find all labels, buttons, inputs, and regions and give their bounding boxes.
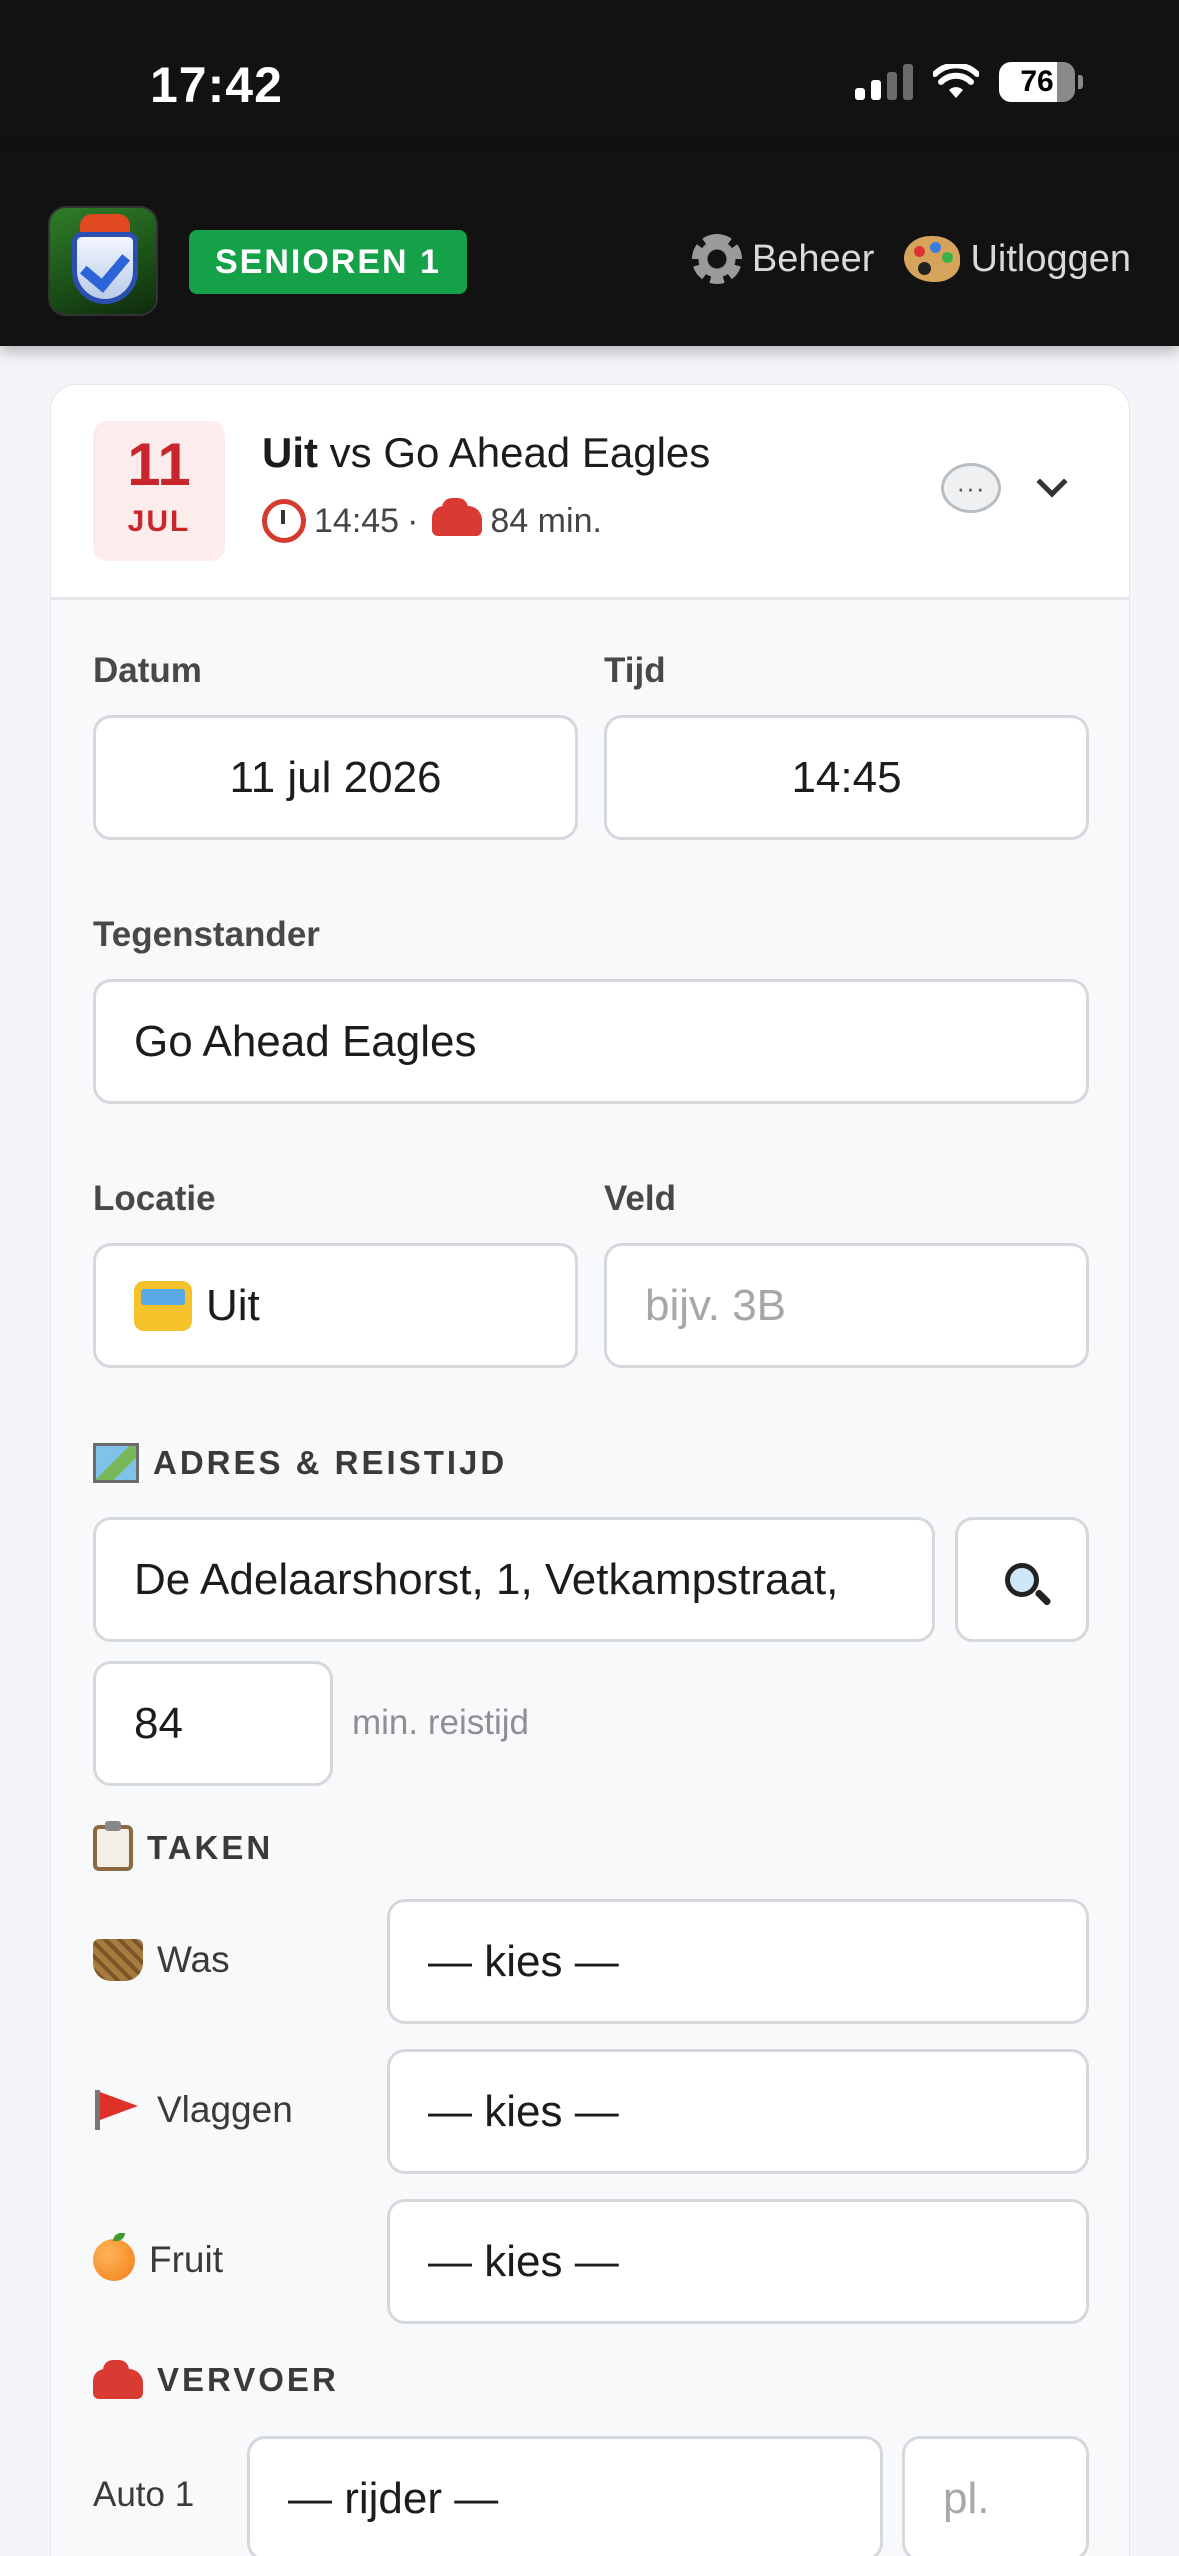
taken-section-title: TAKEN bbox=[93, 1821, 274, 1871]
orange-icon bbox=[93, 2233, 135, 2281]
logout-link[interactable]: Uitloggen bbox=[904, 236, 1131, 282]
clipboard-icon bbox=[93, 1821, 133, 1871]
beheer-label: Beheer bbox=[751, 237, 875, 280]
match-location-type: Uit bbox=[262, 429, 318, 476]
task-label-fruit: Fruit bbox=[93, 2233, 223, 2281]
auto-1-label: Auto 1 bbox=[93, 2475, 194, 2515]
task-was-value: — kies — bbox=[428, 1936, 619, 1986]
task-label-vlaggen: Vlaggen bbox=[93, 2089, 293, 2131]
basket-icon bbox=[93, 1939, 143, 1981]
match-card-header[interactable]: 11 JUL Uit vs Go Ahead Eagles 14:45 · 84… bbox=[51, 385, 1129, 600]
adres-title-text: ADRES & REISTIJD bbox=[153, 1444, 508, 1481]
address-input[interactable]: De Adelaarshorst, 1, Vetkampstraat, bbox=[93, 1517, 935, 1642]
travel-minutes-input[interactable]: 84 bbox=[93, 1661, 333, 1786]
date-day: 11 bbox=[127, 431, 191, 498]
veld-label: Veld bbox=[604, 1179, 676, 1218]
date-month: JUL bbox=[127, 505, 191, 538]
wifi-icon bbox=[933, 64, 979, 98]
tijd-label: Tijd bbox=[604, 651, 666, 690]
vervoer-section-title: VERVOER bbox=[93, 2360, 339, 2399]
task-was-text: Was bbox=[157, 1939, 230, 1980]
car-icon bbox=[93, 2360, 143, 2399]
match-time: 14:45 bbox=[314, 501, 400, 540]
app-header: SENIOREN 1 Beheer Uitloggen bbox=[0, 150, 1179, 346]
locatie-select[interactable]: Uit bbox=[93, 1243, 578, 1368]
logout-label: Uitloggen bbox=[970, 237, 1131, 280]
task-fruit-value: — kies — bbox=[428, 2236, 619, 2286]
alarm-clock-icon bbox=[262, 499, 306, 543]
locatie-label: Locatie bbox=[93, 1179, 216, 1218]
beheer-link[interactable]: Beheer bbox=[691, 234, 875, 284]
battery-level: 76 bbox=[999, 62, 1075, 102]
meta-separator: · bbox=[407, 501, 419, 540]
adres-section-title: ADRES & REISTIJD bbox=[93, 1443, 507, 1483]
veld-placeholder: bijv. 3B bbox=[645, 1280, 787, 1330]
task-label-was: Was bbox=[93, 1939, 230, 1981]
status-bar: 17:42 76 bbox=[0, 0, 1179, 150]
travel-minutes-value: 84 bbox=[134, 1698, 183, 1748]
driver-select[interactable]: — rijder — bbox=[247, 2436, 883, 2556]
chevron-down-icon[interactable] bbox=[1036, 466, 1068, 498]
task-vlaggen-value: — kies — bbox=[428, 2086, 619, 2136]
seats-input[interactable]: pl. bbox=[902, 2436, 1089, 2556]
bus-icon bbox=[134, 1280, 192, 1331]
team-badge[interactable]: SENIOREN 1 bbox=[189, 230, 467, 294]
flag-icon bbox=[93, 2090, 143, 2130]
address-search-button[interactable] bbox=[955, 1517, 1089, 1642]
car-icon bbox=[432, 498, 483, 536]
task-vlaggen-select[interactable]: — kies — bbox=[387, 2049, 1089, 2174]
taken-title-text: TAKEN bbox=[147, 1829, 274, 1866]
address-value: De Adelaarshorst, 1, Vetkampstraat, bbox=[134, 1554, 839, 1604]
seats-placeholder: pl. bbox=[943, 2473, 990, 2523]
map-icon bbox=[93, 1443, 139, 1483]
match-opponent: vs Go Ahead Eagles bbox=[318, 429, 711, 476]
tegenstander-field[interactable]: Go Ahead Eagles bbox=[93, 979, 1089, 1104]
locatie-value: Uit bbox=[206, 1280, 260, 1330]
signal-icon bbox=[855, 64, 913, 100]
datum-value: 11 jul 2026 bbox=[229, 752, 442, 802]
date-tile: 11 JUL bbox=[93, 421, 225, 561]
datum-label: Datum bbox=[93, 651, 202, 690]
status-time: 17:42 bbox=[150, 57, 283, 113]
match-meta: 14:45 · 84 min. bbox=[262, 498, 602, 543]
auto-1-text: Auto 1 bbox=[93, 2475, 195, 2514]
veld-input[interactable]: bijv. 3B bbox=[604, 1243, 1089, 1368]
driver-value: — rijder — bbox=[288, 2473, 499, 2523]
match-card: 11 JUL Uit vs Go Ahead Eagles 14:45 · 84… bbox=[50, 384, 1130, 2556]
palette-icon bbox=[904, 236, 961, 282]
magnifier-icon bbox=[1005, 1562, 1039, 1597]
task-fruit-select[interactable]: — kies — bbox=[387, 2199, 1089, 2324]
tegenstander-label: Tegenstander bbox=[93, 915, 320, 954]
gear-icon bbox=[691, 234, 742, 284]
tegenstander-value: Go Ahead Eagles bbox=[134, 1016, 477, 1066]
app-logo[interactable] bbox=[48, 206, 158, 316]
header-nav: Beheer Uitloggen bbox=[691, 234, 1131, 284]
task-was-select[interactable]: — kies — bbox=[387, 1899, 1089, 2024]
battery-icon: 76 bbox=[999, 62, 1083, 102]
comment-icon[interactable]: ··· bbox=[941, 463, 1001, 513]
travel-hint: min. reistijd bbox=[352, 1703, 529, 1742]
tijd-value: 14:45 bbox=[791, 752, 902, 802]
datum-field[interactable]: 11 jul 2026 bbox=[93, 715, 578, 840]
tijd-field[interactable]: 14:45 bbox=[604, 715, 1089, 840]
match-title: Uit vs Go Ahead Eagles bbox=[262, 429, 710, 477]
status-icons: 76 bbox=[855, 62, 1083, 102]
vervoer-title-text: VERVOER bbox=[157, 2361, 339, 2398]
task-fruit-text: Fruit bbox=[149, 2239, 223, 2280]
task-vlaggen-text: Vlaggen bbox=[157, 2089, 293, 2130]
match-travel-time: 84 min. bbox=[490, 501, 602, 540]
